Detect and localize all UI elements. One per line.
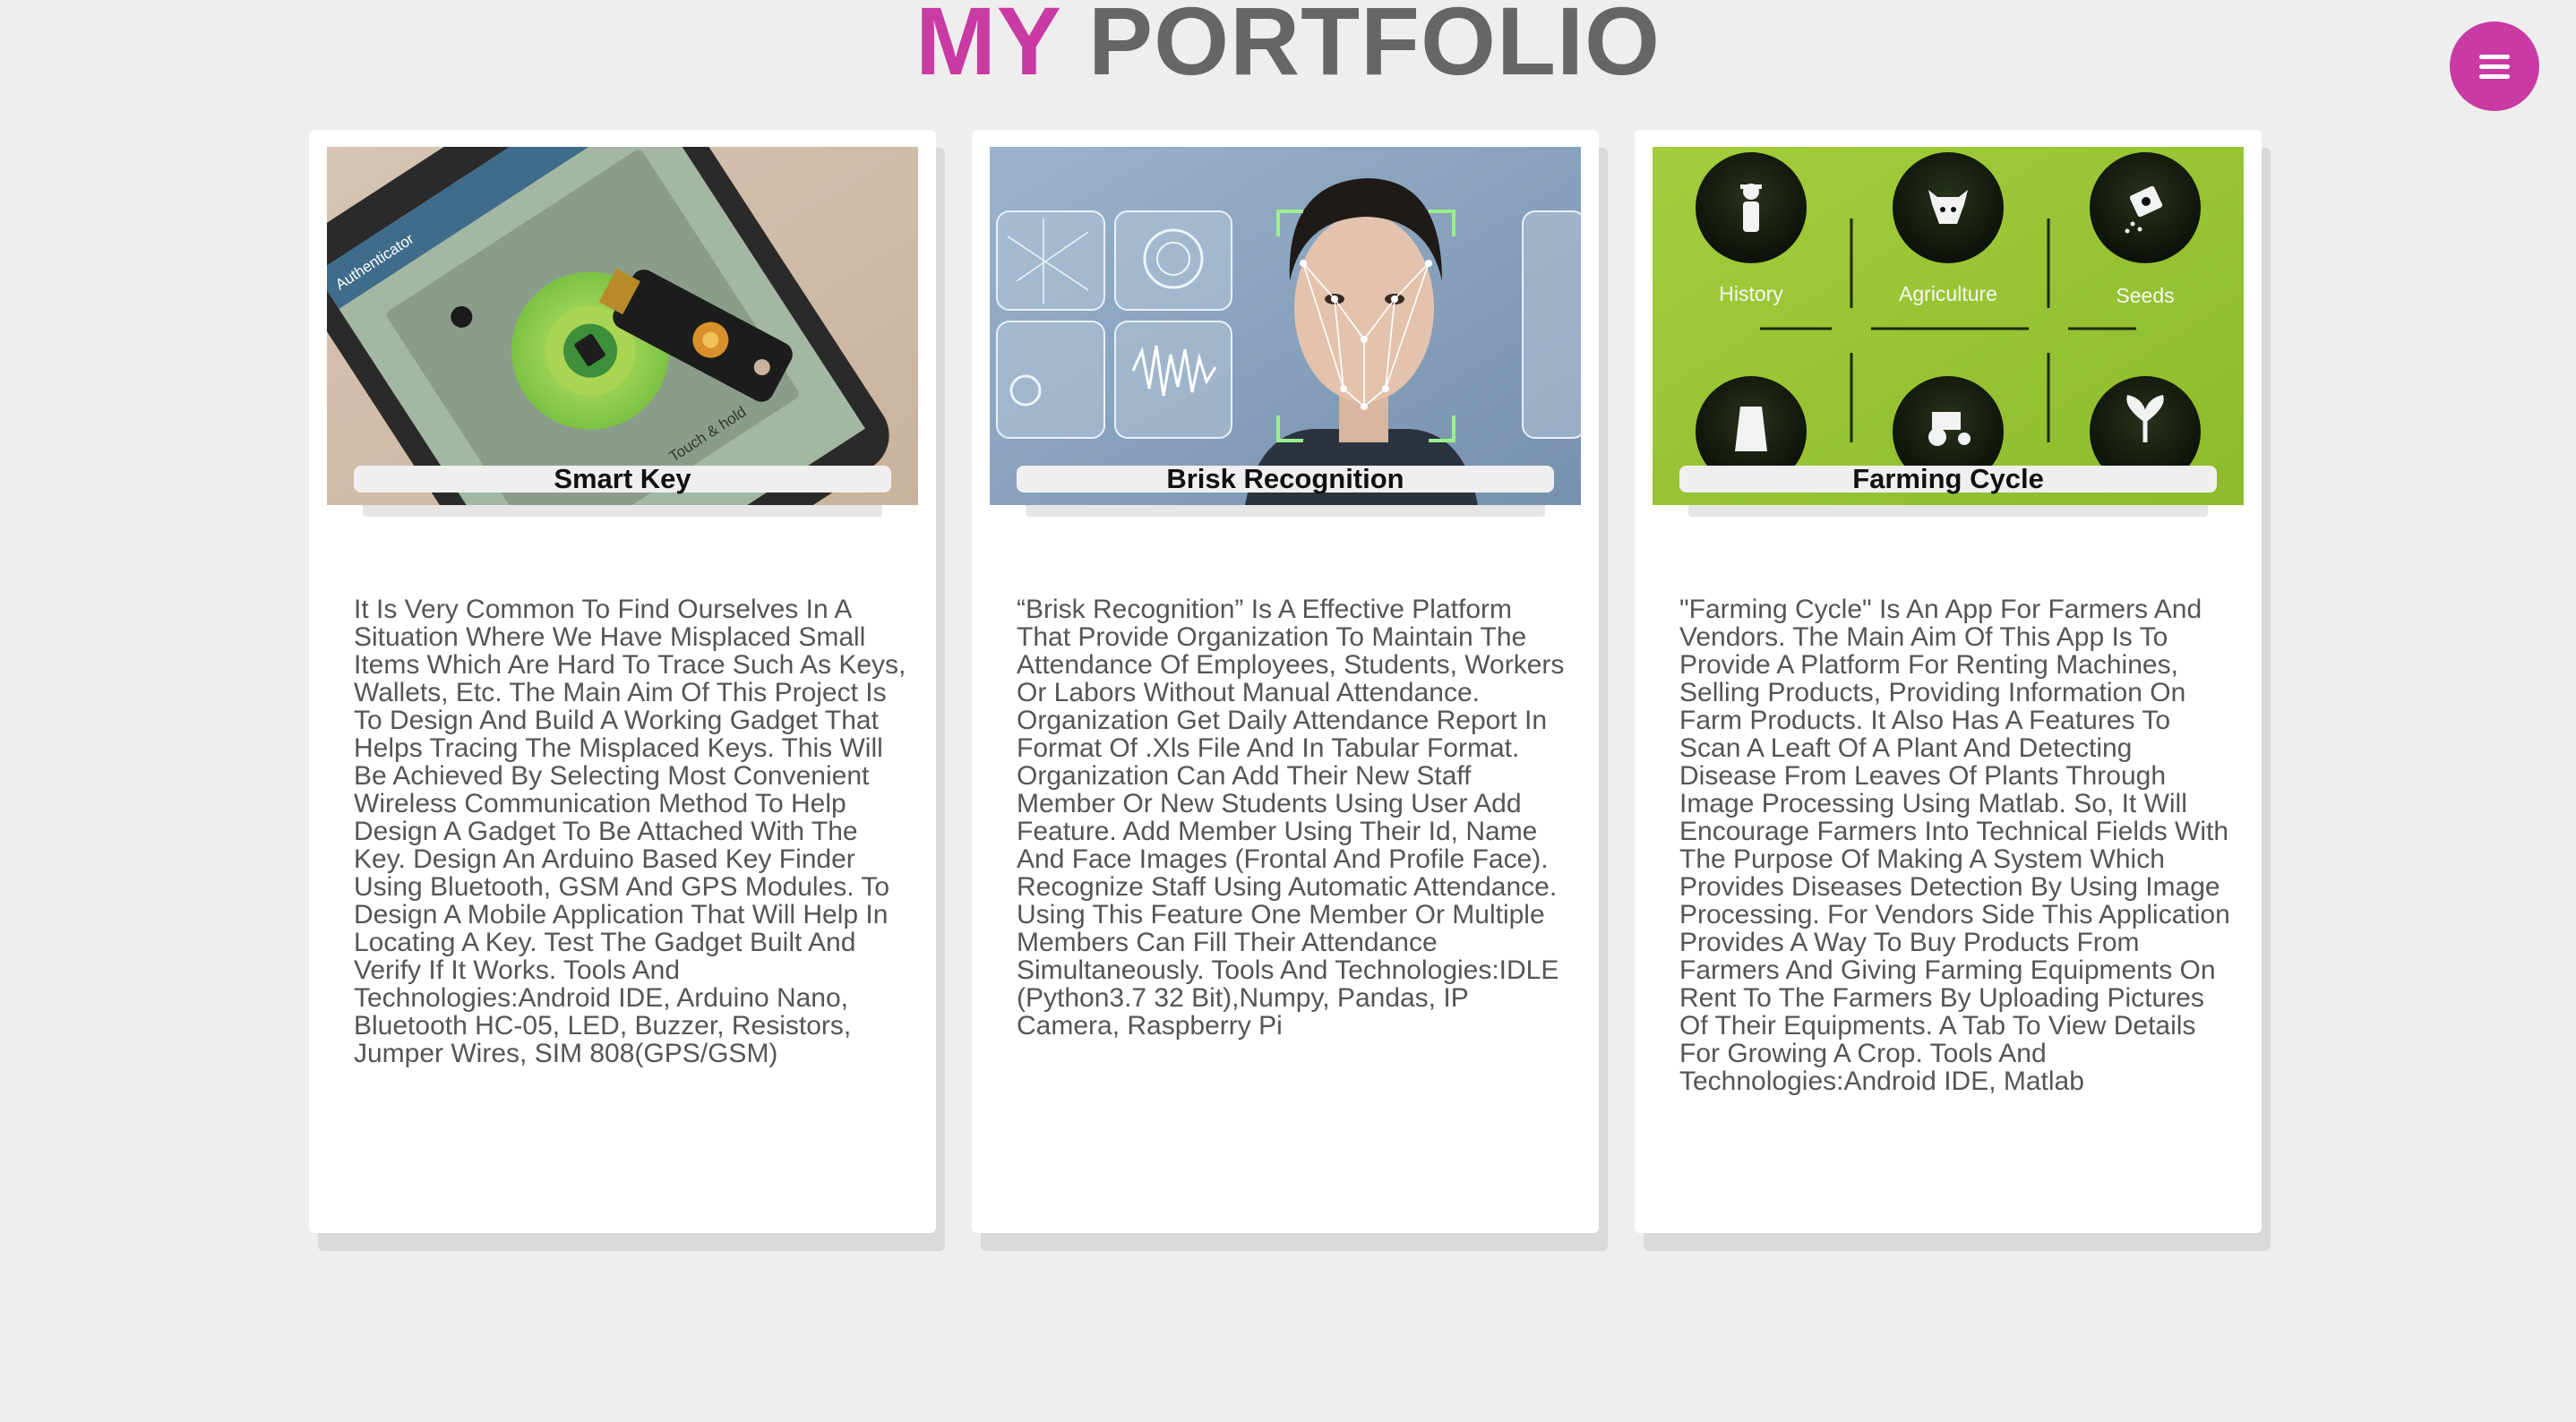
brisk-recognition-image — [990, 147, 1581, 505]
project-card-smart-key[interactable]: Authenticator Touch & hold Smart Key It … — [309, 130, 936, 1233]
card-description: “Brisk Recognition” Is A Effective Platf… — [1017, 595, 1565, 1041]
card-title: Smart Key — [354, 465, 891, 493]
page-title-rest: PORTFOLIO — [1088, 0, 1662, 95]
menu-button[interactable] — [2450, 21, 2539, 111]
seeds-icon — [2090, 152, 2201, 263]
agriculture-icon — [1893, 152, 2004, 263]
card-description: "Farming Cycle" Is An App For Farmers An… — [1679, 595, 2230, 1096]
icon-label: History — [1719, 282, 1783, 305]
page-title: MY PORTFOLIO — [0, 0, 2576, 95]
project-card-brisk-recognition[interactable]: Brisk Recognition “Brisk Recognition” Is… — [972, 130, 1599, 1233]
image-shadow — [363, 504, 882, 517]
card-title: Brisk Recognition — [1017, 465, 1554, 493]
smart-key-image: Authenticator Touch & hold — [327, 147, 918, 505]
card-title: Farming Cycle — [1679, 465, 2217, 493]
page-title-accent: MY — [914, 0, 1061, 95]
icon-label: Agriculture — [1899, 282, 1997, 305]
card-description: It Is Very Common To Find Ourselves In A… — [354, 595, 906, 1068]
image-shadow — [1026, 504, 1545, 517]
icon-label: Seeds — [2116, 284, 2174, 307]
history-icon — [1696, 152, 1807, 263]
farming-cycle-image: History Agriculture Seeds — [1653, 147, 2244, 505]
project-card-farming-cycle[interactable]: History Agriculture Seeds Farming Cycle … — [1635, 130, 2262, 1233]
image-shadow — [1688, 504, 2208, 517]
